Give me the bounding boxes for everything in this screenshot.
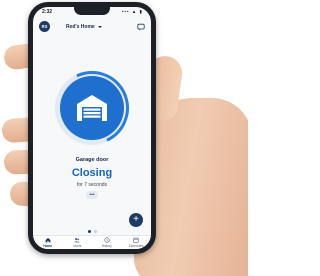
users-icon <box>74 238 80 243</box>
more-icon: ••• <box>89 191 95 198</box>
chevron-down-icon <box>97 26 102 28</box>
tab-home[interactable]: Home <box>33 236 63 249</box>
more-options-button[interactable]: ••• <box>86 191 98 199</box>
status-icons: ••• ▲ ▮ <box>121 9 143 14</box>
calendar-icon <box>133 237 139 243</box>
device-state-duration: for 7 seconds <box>76 182 108 188</box>
page-dot <box>93 230 97 233</box>
tab-users[interactable]: Users <box>63 236 93 249</box>
home-name: Red's Home <box>66 24 95 30</box>
app-header: RS Red's Home <box>33 17 151 37</box>
home-icon <box>45 237 51 243</box>
add-button[interactable]: + <box>129 213 143 227</box>
garage-door-icon <box>77 95 107 121</box>
avatar[interactable]: RS <box>39 21 50 32</box>
tab-schedules[interactable]: Schedules <box>122 236 152 249</box>
tab-history[interactable]: History <box>92 236 122 249</box>
phone-notch <box>74 7 110 15</box>
chat-icon[interactable] <box>137 23 145 31</box>
status-time: 2:32 <box>42 9 53 15</box>
device-name: Garage door <box>75 157 109 163</box>
phone-screen: 2:32 ••• ▲ ▮ RS Red's Home Garage door C… <box>33 7 151 249</box>
garage-door-button[interactable] <box>60 76 124 140</box>
tab-label: Home <box>43 244 53 248</box>
home-selector[interactable]: Red's Home <box>66 22 102 32</box>
tab-label: Schedules <box>128 244 144 248</box>
bottom-tab-bar: Home Users History Schedules <box>33 235 151 249</box>
tab-label: Users <box>73 244 82 248</box>
device-state: Closing <box>71 167 113 179</box>
history-icon <box>104 237 110 243</box>
tab-label: History <box>101 244 112 248</box>
product-photo: 2:32 ••• ▲ ▮ RS Red's Home Garage door C… <box>0 0 248 276</box>
page-dot <box>87 230 91 233</box>
page-indicator <box>86 230 98 233</box>
